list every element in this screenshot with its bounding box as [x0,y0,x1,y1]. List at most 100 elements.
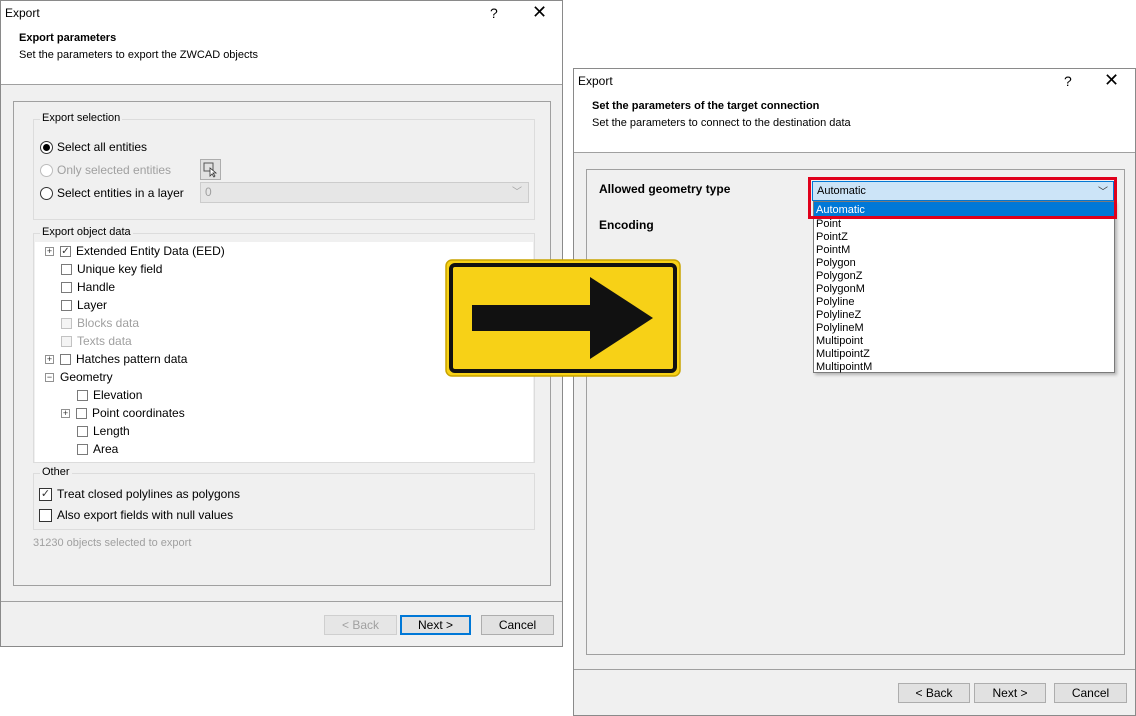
tree-item-elevation[interactable]: Elevation [77,386,142,404]
cancel-button[interactable]: Cancel [1054,683,1127,703]
checkbox-disabled-icon [61,317,72,329]
checkbox-icon[interactable] [77,389,88,401]
status-text: 31230 objects selected to export [33,534,191,552]
layer-combobox[interactable]: 0 ﹀ [200,182,529,203]
tree-item-label: Extended Entity Data (EED) [76,244,225,258]
checkbox-icon[interactable] [76,407,87,419]
tree-item-blocks[interactable]: Blocks data [61,314,139,332]
select-all-label: Select all entities [57,140,148,154]
only-selected-radio[interactable]: Only selected entities [40,161,171,179]
wizard-header: Export parameters Set the parameters to … [1,27,562,85]
footer-divider [574,669,1135,670]
tree-item-label: Layer [77,298,108,312]
dropdown-option[interactable]: MultipointZ [814,348,1114,361]
window-title: Export [5,6,40,20]
dropdown-option[interactable]: PolylineZ [814,309,1114,322]
tree-item-hatches[interactable]: + Hatches pattern data [45,350,187,368]
callout-highlight-box [808,177,1117,219]
radio-icon [40,186,53,200]
tree-item-layer[interactable]: Layer [61,296,107,314]
page-subtitle: Set the parameters to connect to the des… [592,117,851,129]
checkbox-disabled-icon [61,335,72,347]
checkbox-icon[interactable] [61,281,72,293]
tree-item-area[interactable]: Area [77,440,118,458]
select-layer-radio[interactable]: Select entities in a layer [40,184,184,202]
checkbox-icon[interactable] [61,299,72,311]
dropdown-option[interactable]: PointM [814,244,1114,257]
tree-item-label: Texts data [77,334,132,348]
tree-item-texts[interactable]: Texts data [61,332,132,350]
status-label: 31230 objects selected to export [33,537,192,549]
export-selection-group: Export selection Select all entities Onl… [33,112,535,220]
tree-item-label: Blocks data [77,316,140,330]
tree-item-label: Length [93,424,130,438]
encoding-label: Encoding [599,218,654,232]
only-selected-label: Only selected entities [57,163,172,177]
dropdown-option[interactable]: PolygonZ [814,270,1114,283]
title-bar: Export ? ✕ [574,69,1135,95]
right-arrow-sign-icon [445,259,681,377]
other-group: Other ✓ Treat closed polylines as polygo… [33,466,535,530]
dropdown-option[interactable]: Multipoint [814,335,1114,348]
checkbox-icon[interactable] [77,443,88,455]
title-bar: Export ? ✕ [1,1,562,27]
checkbox-icon[interactable] [61,263,72,275]
close-button[interactable]: ✕ [532,2,547,23]
select-all-radio[interactable]: Select all entities [40,138,147,156]
tree-item-unique-key[interactable]: Unique key field [61,260,162,278]
treat-closed-checkbox[interactable]: ✓ Treat closed polylines as polygons [39,485,240,503]
dropdown-option[interactable]: Point [814,218,1114,231]
dropdown-option[interactable]: Polygon [814,257,1114,270]
tree-item-label: Handle [77,280,116,294]
pick-objects-icon [203,162,218,178]
cancel-button[interactable]: Cancel [481,615,554,635]
back-button[interactable]: < Back [324,615,397,635]
tree-item-label: Unique key field [77,262,163,276]
tree-item-label: Area [93,442,119,456]
dropdown-option[interactable]: PolygonM [814,283,1114,296]
help-button[interactable]: ? [1064,73,1072,89]
next-button[interactable]: Next > [974,683,1046,703]
pick-objects-button[interactable] [200,159,221,180]
dropdown-option[interactable]: MultipointM [814,361,1114,374]
footer-divider [1,601,562,602]
dropdown-option[interactable]: PointZ [814,231,1114,244]
checkbox-icon [39,508,52,522]
tree-item-point-coordinates[interactable]: + Point coordinates [61,404,185,422]
back-button[interactable]: < Back [898,683,970,703]
tree-item-length[interactable]: Length [77,422,130,440]
export-object-data-label: Export object data [40,226,133,238]
layer-value: 0 [205,185,212,199]
tree-item-geometry[interactable]: − Geometry [45,368,113,386]
tree-item-handle[interactable]: Handle [61,278,115,296]
tree-item-label: Point coordinates [92,406,185,420]
tree-item-eed[interactable]: + ✓ Extended Entity Data (EED) [45,242,225,260]
checkbox-icon[interactable] [77,425,88,437]
expand-plus-icon[interactable]: + [45,246,54,256]
close-button[interactable]: ✕ [1104,70,1119,91]
radio-checked-icon [40,140,53,154]
checkbox-checked-icon[interactable]: ✓ [60,245,71,257]
tree-item-label: Elevation [93,388,143,402]
next-button[interactable]: Next > [400,615,471,635]
treat-closed-label: Treat closed polylines as polygons [57,487,240,501]
expand-plus-icon[interactable]: + [61,408,70,418]
target-connection-dialog: Export ? ✕ Set the parameters of the tar… [573,68,1136,716]
window-title: Export [578,74,613,88]
geometry-type-dropdown: Automatic Point PointZ PointM Polygon Po… [813,201,1115,373]
export-selection-label: Export selection [40,112,123,124]
tree-item-label: Hatches pattern data [76,352,188,366]
expand-plus-icon[interactable]: + [45,354,54,364]
checkbox-checked-icon: ✓ [39,487,52,501]
radio-icon [40,163,53,177]
help-button[interactable]: ? [490,5,498,21]
dropdown-option[interactable]: PolylineM [814,322,1114,335]
checkbox-icon[interactable] [60,353,71,365]
content-panel: Allowed geometry type Encoding Automatic… [586,169,1125,655]
page-subtitle: Set the parameters to export the ZWCAD o… [19,49,259,61]
geometry-type-label: Allowed geometry type [599,182,731,196]
tree-item-label: Geometry [60,370,113,384]
null-values-checkbox[interactable]: Also export fields with null values [39,506,233,524]
dropdown-option[interactable]: Polyline [814,296,1114,309]
collapse-minus-icon[interactable]: − [45,372,54,382]
